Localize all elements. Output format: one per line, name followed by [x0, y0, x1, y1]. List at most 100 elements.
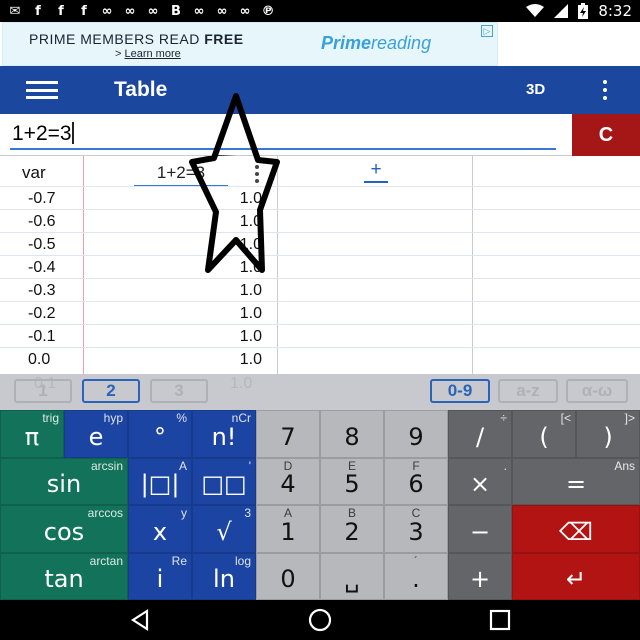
- clear-button[interactable]: C: [572, 114, 640, 156]
- key[interactable]: ␣: [320, 552, 384, 600]
- key-label: 9: [408, 422, 424, 451]
- facebook-icon: f: [35, 3, 41, 19]
- key-label: x: [152, 517, 168, 546]
- key[interactable]: [<(: [512, 410, 576, 458]
- app-icon: ∞: [147, 3, 159, 19]
- key-label: 1: [280, 517, 296, 546]
- battery-charging-icon: [578, 3, 589, 19]
- key-label: e: [88, 422, 104, 451]
- key-label: 6: [408, 470, 424, 498]
- key[interactable]: 9: [384, 410, 448, 458]
- key[interactable]: arcsin sin: [0, 457, 128, 505]
- bitmoji-icon: B: [171, 3, 181, 19]
- key[interactable]: ´.: [384, 552, 448, 600]
- page-title: Table: [114, 78, 168, 101]
- key-label: n!: [211, 422, 237, 451]
- key[interactable]: A1: [256, 505, 320, 553]
- notification-icons: ✉ f f f ∞ ∞ ∞ B ∞ ∞ ∞ ℗: [8, 4, 275, 19]
- ad-brand-logo: Primereading: [321, 33, 432, 53]
- pinterest-icon: ℗: [261, 3, 275, 19]
- expression-input[interactable]: 1+2=3: [10, 120, 556, 150]
- keyboard-page-3[interactable]: 3: [150, 379, 208, 403]
- key[interactable]: Re i: [128, 552, 192, 600]
- mode-letters[interactable]: a-z: [498, 379, 558, 403]
- key[interactable]: ↵: [512, 552, 640, 600]
- app-icon: ∞: [101, 3, 113, 19]
- wifi-icon: [526, 4, 545, 17]
- key-label: i: [156, 565, 164, 593]
- mode-greek[interactable]: α-ω: [566, 379, 628, 403]
- value-table: var 1+2=3 + -0.7 1.0 -0.6 1.0 -0.5 1.0 -0.4 1.0…: [0, 156, 640, 374]
- ad-banner[interactable]: PRIME MEMBERS READ FREE > Learn more Pri…: [0, 22, 640, 66]
- key[interactable]: 0: [256, 552, 320, 600]
- ad-learn-more-link[interactable]: > Learn more: [115, 48, 181, 60]
- mode-numbers[interactable]: 0-9: [430, 379, 490, 403]
- keyboard-tab-bar: 0.1 1.0 1 2 3 0-9 a-z α-ω: [0, 374, 640, 410]
- key-label: ): [603, 422, 613, 451]
- key[interactable]: 7: [256, 410, 320, 458]
- messages-icon: ✉: [9, 3, 21, 19]
- key[interactable]: 8: [320, 410, 384, 458]
- key-label: □□: [201, 470, 247, 498]
- key[interactable]: C3: [384, 505, 448, 553]
- key[interactable]: % °: [128, 410, 192, 458]
- key[interactable]: ]>): [576, 410, 640, 458]
- key-label: =: [565, 470, 587, 498]
- text-caret: [71, 122, 74, 144]
- key[interactable]: B2: [320, 505, 384, 553]
- app-bar: Table 3D: [0, 66, 640, 114]
- key-label: ↵: [565, 565, 587, 593]
- navigation-bar: [0, 600, 640, 640]
- adchoices-icon[interactable]: ▷: [481, 25, 493, 37]
- keypad: trig π hyp e% ° nCr n! 7 8 9 ÷ / [<(]>) arcsin sin A |□|…: [0, 410, 640, 600]
- key-label: π: [24, 422, 40, 451]
- key-label: 0: [280, 565, 296, 593]
- hamburger-menu-icon[interactable]: [26, 78, 58, 102]
- key[interactable]: arctan tan: [0, 552, 128, 600]
- recents-icon[interactable]: [488, 608, 512, 632]
- key[interactable]: nCr n!: [192, 410, 256, 458]
- app-icon: ∞: [193, 3, 205, 19]
- key[interactable]: +: [448, 552, 512, 600]
- overflow-menu-icon[interactable]: [600, 78, 610, 102]
- key[interactable]: −: [448, 505, 512, 553]
- key[interactable]: trig π: [0, 410, 64, 458]
- key-label: 5: [344, 470, 360, 498]
- home-icon[interactable]: [308, 608, 332, 632]
- key-label: /: [475, 422, 485, 451]
- keyboard-page-1[interactable]: 1: [14, 379, 72, 403]
- key[interactable]: F6: [384, 457, 448, 505]
- status-bar: ✉ f f f ∞ ∞ ∞ B ∞ ∞ ∞ ℗ 8:32: [0, 0, 640, 22]
- ad-content[interactable]: PRIME MEMBERS READ FREE > Learn more Pri…: [2, 22, 498, 66]
- key[interactable]: E5: [320, 457, 384, 505]
- key[interactable]: A |□|: [128, 457, 192, 505]
- signal-icon: [554, 4, 569, 18]
- app-icon: ∞: [124, 3, 136, 19]
- key[interactable]: yx: [128, 505, 192, 553]
- key-label: .: [412, 565, 420, 593]
- app-icon: ∞: [216, 3, 228, 19]
- view-3d-button[interactable]: 3D: [526, 81, 545, 98]
- key[interactable]: ' □□: [192, 457, 256, 505]
- key[interactable]: ÷ /: [448, 410, 512, 458]
- expression-input-row: 1+2=3 C: [0, 114, 640, 156]
- keyboard-page-2[interactable]: 2: [82, 379, 140, 403]
- key[interactable]: 3 √: [192, 505, 256, 553]
- key[interactable]: hyp e: [64, 410, 128, 458]
- key-label: −: [469, 517, 491, 546]
- expression-value: 1+2=3: [12, 122, 72, 145]
- key-label: tan: [44, 565, 84, 593]
- key-label: √: [216, 517, 232, 546]
- key[interactable]: . ×: [448, 457, 512, 505]
- key-label: 4: [280, 470, 296, 498]
- clock: 8:32: [598, 2, 632, 20]
- back-icon[interactable]: [128, 608, 152, 632]
- key[interactable]: ⌫: [512, 505, 640, 553]
- key-label: 7: [280, 422, 296, 451]
- star-annotation: [189, 156, 280, 273]
- key[interactable]: Ans =: [512, 457, 640, 505]
- facebook-icon: f: [58, 3, 64, 19]
- key[interactable]: D4: [256, 457, 320, 505]
- key[interactable]: log ln: [192, 552, 256, 600]
- key[interactable]: arccos cos: [0, 505, 128, 553]
